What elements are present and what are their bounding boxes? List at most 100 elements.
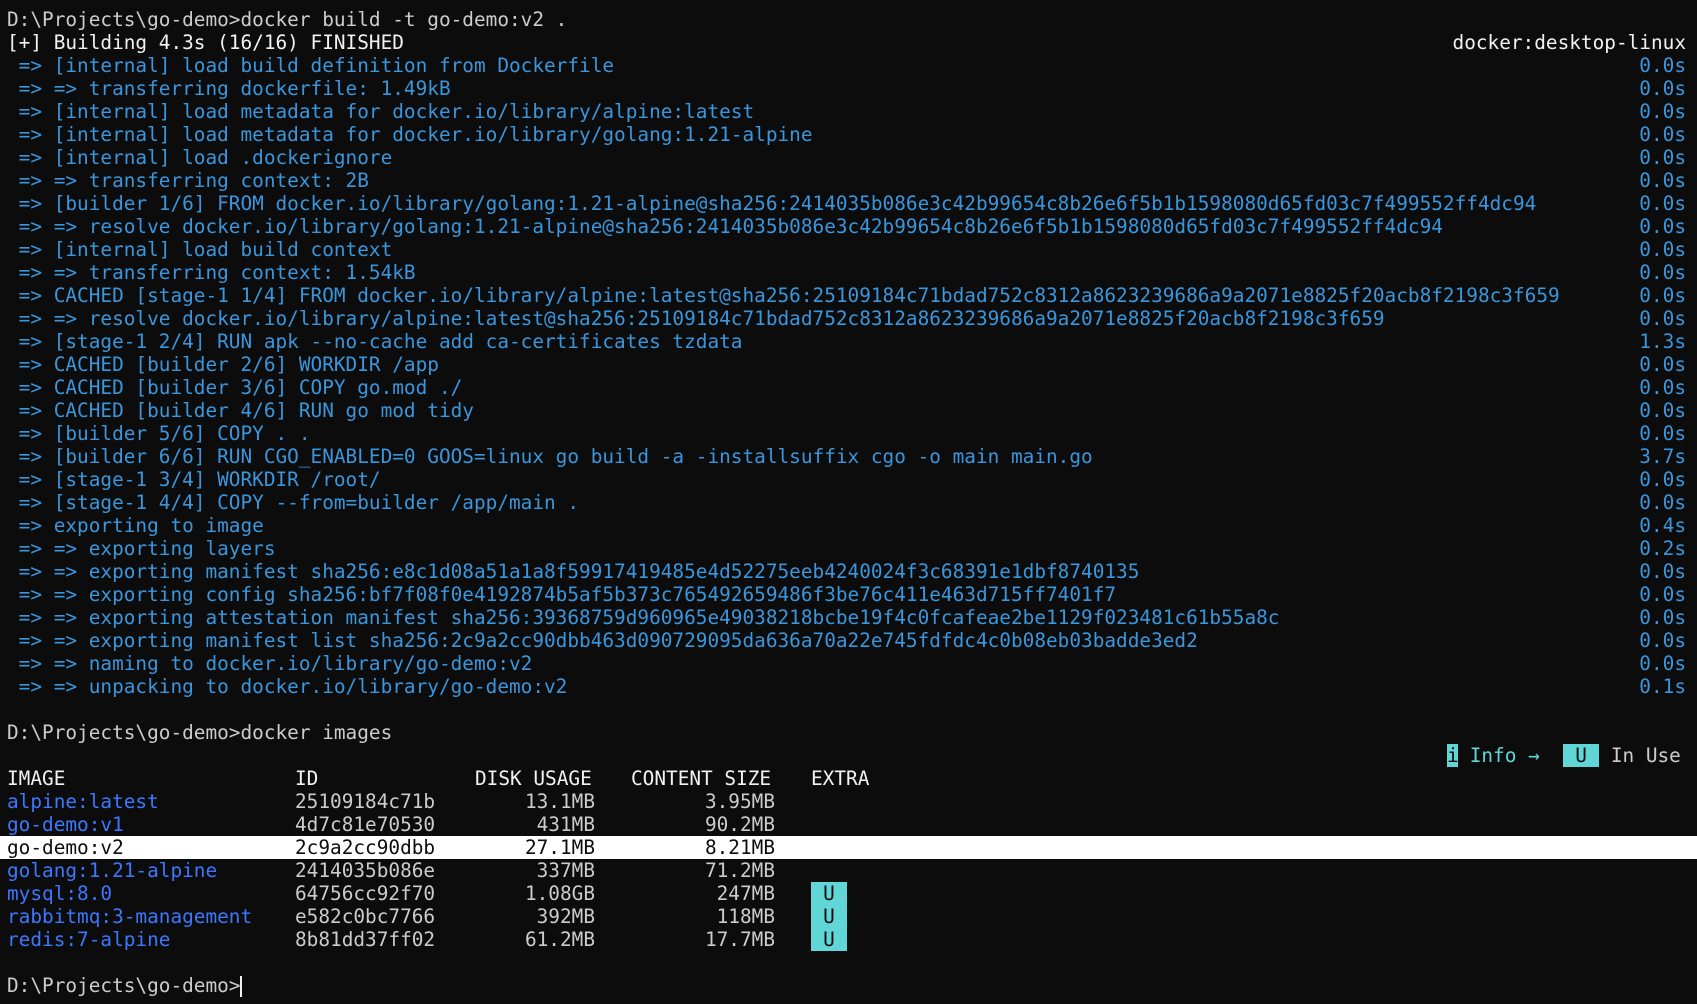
build-step-text: => [internal] load metadata for docker.i… (7, 123, 813, 146)
build-step: => [builder 6/6] RUN CGO_ENABLED=0 GOOS=… (0, 445, 1697, 468)
build-step: => => resolve docker.io/library/golang:1… (0, 215, 1697, 238)
build-summary-line: [+] Building 4.3s (16/16) FINISHED docker… (0, 31, 1697, 54)
in-use-badge: U (811, 905, 847, 928)
image-name-link[interactable]: go-demo:v1 (7, 813, 124, 836)
table-row[interactable]: golang:1.21-alpine 2414035b086e 337MB 71.2M… (0, 859, 1697, 882)
prompt: D:\Projects\go-demo> (7, 8, 241, 31)
header-id: ID (295, 767, 319, 790)
build-step-text: => [builder 5/6] COPY . . (7, 422, 311, 445)
build-step: => CACHED [builder 2/6] WORKDIR /app 0.0s (0, 353, 1697, 376)
content-size: 90.2MB (704, 813, 775, 836)
disk-usage: 392MB (536, 905, 595, 928)
text-cursor (240, 976, 243, 997)
build-step-time: 0.0s (1639, 54, 1686, 77)
build-step-time: 0.0s (1639, 399, 1686, 422)
image-name-link[interactable]: go-demo:v2 (7, 836, 124, 859)
disk-usage: 61.2MB (524, 928, 595, 951)
build-context: docker:desktop-linux (1452, 31, 1686, 54)
build-step-text: => => exporting attestation manifest sha… (7, 606, 1280, 629)
build-step-text: => => exporting manifest list sha256:2c9… (7, 629, 1198, 652)
build-step: => => transferring context: 1.54kB 0.0s (0, 261, 1697, 284)
build-step-text: => => unpacking to docker.io/library/go-… (7, 675, 568, 698)
build-step-text: => CACHED [builder 3/6] COPY go.mod ./ (7, 376, 463, 399)
build-step-text: => => naming to docker.io/library/go-dem… (7, 652, 533, 675)
build-step-text: => [internal] load build definition from… (7, 54, 615, 77)
build-step-time: 3.7s (1639, 445, 1686, 468)
table-row[interactable]: go-demo:v2 2c9a2cc90dbb 27.1MB 8.21MB (0, 836, 1697, 859)
disk-usage: 337MB (536, 859, 595, 882)
header-disk-usage: DISK USAGE (475, 767, 592, 790)
build-step-text: => => resolve docker.io/library/golang:1… (7, 215, 1443, 238)
build-step-text: => => transferring dockerfile: 1.49kB (7, 77, 451, 100)
build-steps: => [internal] load build definition from… (0, 54, 1697, 698)
build-step-text: => => resolve docker.io/library/alpine:l… (7, 307, 1385, 330)
build-step-time: 0.0s (1639, 215, 1686, 238)
build-step-time: 0.0s (1639, 100, 1686, 123)
build-step-time: 0.2s (1639, 537, 1686, 560)
image-name-link[interactable]: rabbitmq:3-management (7, 905, 252, 928)
build-step-time: 0.0s (1639, 629, 1686, 652)
build-step: => [stage-1 4/4] COPY --from=builder /ap… (0, 491, 1697, 514)
in-use-tag: U (1563, 744, 1600, 767)
build-step: => [internal] load .dockerignore 0.0s (0, 146, 1697, 169)
build-step-time: 0.0s (1639, 376, 1686, 399)
build-step: => => transferring dockerfile: 1.49kB 0.0… (0, 77, 1697, 100)
build-step: => [internal] load metadata for docker.i… (0, 100, 1697, 123)
build-step-time: 0.0s (1639, 560, 1686, 583)
build-step: => [stage-1 2/4] RUN apk --no-cache add … (0, 330, 1697, 353)
table-row[interactable]: mysql:8.0 64756cc92f70 1.08GB 247MB U (0, 882, 1697, 905)
build-step-time: 0.0s (1639, 261, 1686, 284)
build-step-text: => => exporting config sha256:bf7f08f0e4… (7, 583, 1117, 606)
images-legend-line: i Info → U In Use (0, 744, 1697, 767)
build-step-time: 0.0s (1639, 491, 1686, 514)
build-step-time: 0.4s (1639, 514, 1686, 537)
build-step-time: 0.0s (1639, 606, 1686, 629)
image-id: e582c0bc7766 (295, 905, 436, 928)
in-use-label: In Use (1610, 744, 1681, 767)
build-step-time: 0.0s (1639, 169, 1686, 192)
build-step: => => exporting attestation manifest sha… (0, 606, 1697, 629)
terminal-window[interactable]: D:\Projects\go-demo>docker build -t go-d… (0, 0, 1697, 1004)
images-table-body: alpine:latest 25109184c71b 13.1MB 3.95MB go-… (0, 790, 1697, 951)
build-step: => => exporting manifest sha256:e8c1d08a… (0, 560, 1697, 583)
disk-usage: 431MB (536, 813, 595, 836)
build-step: => => naming to docker.io/library/go-dem… (0, 652, 1697, 675)
image-name-link[interactable]: mysql:8.0 (7, 882, 112, 905)
image-name-link[interactable]: alpine:latest (7, 790, 159, 813)
image-id: 64756cc92f70 (295, 882, 436, 905)
build-step-time: 0.0s (1639, 422, 1686, 445)
build-step-text: => CACHED [builder 4/6] RUN go mod tidy (7, 399, 474, 422)
build-step-time: 0.0s (1639, 192, 1686, 215)
command-text: docker build -t go-demo:v2 . (240, 8, 568, 31)
build-step-text: => [builder 1/6] FROM docker.io/library/… (7, 192, 1537, 215)
table-row[interactable]: rabbitmq:3-management e582c0bc7766 392MB 11… (0, 905, 1697, 928)
table-row[interactable]: alpine:latest 25109184c71b 13.1MB 3.95MB (0, 790, 1697, 813)
table-row[interactable]: redis:7-alpine 8b81dd37ff02 61.2MB 17.7MB U (0, 928, 1697, 951)
build-step: => => unpacking to docker.io/library/go-… (0, 675, 1697, 698)
build-step-time: 0.1s (1639, 675, 1686, 698)
build-step-time: 0.0s (1639, 353, 1686, 376)
build-step: => [stage-1 3/4] WORKDIR /root/0.0s (0, 468, 1697, 491)
build-command-line: D:\Projects\go-demo>docker build -t go-d… (0, 8, 1697, 31)
build-step-time: 0.0s (1639, 146, 1686, 169)
build-step: => exporting to image 0.4s (0, 514, 1697, 537)
content-size: 118MB (716, 905, 775, 928)
images-table-header: IMAGE ID DISK USAGE CONTENT SIZE EXTRA (0, 767, 1697, 790)
build-step-text: => exporting to image (7, 514, 264, 537)
content-size: 8.21MB (704, 836, 775, 859)
header-content-size: CONTENT SIZE (631, 767, 772, 790)
info-label: Info (1469, 744, 1517, 767)
table-row[interactable]: go-demo:v1 4d7c81e70530 431MB 90.2MB (0, 813, 1697, 836)
image-name-link[interactable]: redis:7-alpine (7, 928, 170, 951)
build-step-text: => CACHED [stage-1 1/4] FROM docker.io/l… (7, 284, 1560, 307)
build-step: => CACHED [builder 3/6] COPY go.mod ./ 0.… (0, 376, 1697, 399)
image-id: 25109184c71b (295, 790, 436, 813)
final-prompt-line[interactable]: D:\Projects\go-demo> (0, 974, 1697, 997)
header-extra: EXTRA (811, 767, 870, 790)
arrow-right-icon: → (1528, 744, 1540, 767)
image-name-link[interactable]: golang:1.21-alpine (7, 859, 217, 882)
content-size: 71.2MB (704, 859, 775, 882)
build-summary: [+] Building 4.3s (16/16) FINISHED (7, 31, 404, 54)
info-tag: i (1447, 744, 1459, 767)
